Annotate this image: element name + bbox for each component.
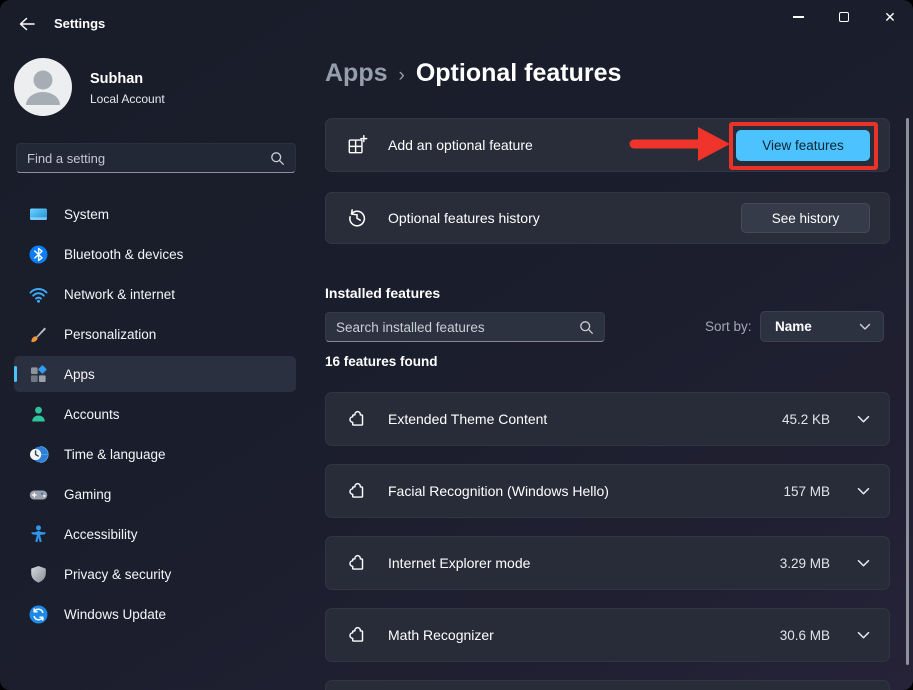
- sidebar-item-label: Bluetooth & devices: [64, 246, 184, 262]
- features-count: 16 features found: [325, 354, 438, 369]
- view-features-button[interactable]: View features: [736, 129, 870, 161]
- add-optional-feature-card: Add an optional feature View features: [325, 118, 890, 172]
- app-title: Settings: [54, 16, 106, 31]
- wifi-icon: [28, 284, 49, 305]
- close-button[interactable]: ✕: [867, 0, 913, 34]
- search-icon: [579, 320, 594, 335]
- sidebar-item-windows-update[interactable]: Windows Update: [14, 596, 296, 632]
- sidebar-item-accessibility[interactable]: Accessibility: [14, 516, 296, 552]
- puzzle-icon: [346, 624, 368, 646]
- sidebar-item-label: Privacy & security: [64, 566, 172, 582]
- person-icon: [26, 70, 60, 105]
- sidebar-item-network-internet[interactable]: Network & internet: [14, 276, 296, 312]
- feature-row-math-recognizer[interactable]: Math Recognizer 30.6 MB: [325, 608, 890, 662]
- feature-name: Facial Recognition (Windows Hello): [388, 483, 609, 499]
- feature-name: Extended Theme Content: [388, 411, 548, 427]
- see-history-button[interactable]: See history: [741, 203, 870, 233]
- installed-features-heading: Installed features: [325, 285, 441, 301]
- chevron-down-icon[interactable]: [857, 559, 870, 568]
- feature-size: 45.2 KB: [781, 411, 830, 427]
- sort-dropdown-value: Name: [775, 319, 812, 334]
- vertical-scrollbar[interactable]: [906, 118, 909, 665]
- window-controls: ✕: [775, 0, 913, 34]
- close-icon: ✕: [884, 9, 896, 25]
- sidebar-item-system[interactable]: System: [14, 196, 296, 232]
- maximize-icon: [839, 12, 849, 22]
- optional-features-history-label: Optional features history: [388, 210, 540, 226]
- sidebar-item-label: Time & language: [64, 446, 166, 462]
- paintbrush-icon: [28, 324, 49, 345]
- avatar[interactable]: [14, 58, 72, 116]
- find-a-setting-input[interactable]: [27, 150, 270, 166]
- puzzle-icon: [346, 552, 368, 574]
- settings-window: Settings ✕ Subhan Local Account Find a s…: [0, 0, 913, 690]
- feature-name: Internet Explorer mode: [388, 555, 531, 571]
- title-bar: Settings ✕: [0, 0, 913, 40]
- page-title: Optional features: [415, 59, 622, 87]
- sidebar-item-apps[interactable]: Apps: [14, 356, 296, 392]
- sort-by-label: Sort by:: [705, 319, 752, 334]
- chevron-down-icon: [859, 323, 871, 331]
- chevron-down-icon[interactable]: [857, 415, 870, 424]
- search-installed-features-input[interactable]: [336, 319, 579, 335]
- user-name: Subhan: [90, 71, 144, 87]
- feature-size: 3.29 MB: [779, 555, 830, 571]
- accounts-icon: [28, 404, 49, 425]
- feature-row-internet-explorer-mode[interactable]: Internet Explorer mode 3.29 MB: [325, 536, 890, 590]
- apps-icon: [28, 364, 49, 385]
- add-optional-feature-label: Add an optional feature: [388, 137, 533, 153]
- back-arrow-icon: [18, 16, 36, 32]
- breadcrumb-apps[interactable]: Apps: [325, 59, 388, 88]
- sidebar-nav: System Bluetooth & devices Network & int…: [14, 196, 296, 636]
- optional-features-history-card: Optional features history See history: [325, 192, 890, 244]
- sidebar-item-label: System: [64, 206, 110, 222]
- sidebar-item-label: Apps: [64, 366, 95, 382]
- chevron-down-icon[interactable]: [857, 487, 870, 496]
- search-icon: [270, 151, 285, 166]
- maximize-button[interactable]: [821, 0, 867, 34]
- minimize-button[interactable]: [775, 0, 821, 34]
- sidebar-item-label: Accessibility: [64, 526, 138, 542]
- feature-name: Math Recognizer: [388, 627, 494, 643]
- find-a-setting-search[interactable]: [16, 143, 296, 173]
- sidebar: Subhan Local Account System Bluetooth & …: [0, 40, 310, 690]
- sidebar-item-gaming[interactable]: Gaming: [14, 476, 296, 512]
- sidebar-item-privacy-security[interactable]: Privacy & security: [14, 556, 296, 592]
- gamepad-icon: [28, 484, 49, 505]
- feature-row-facial-recognition[interactable]: Facial Recognition (Windows Hello) 157 M…: [325, 464, 890, 518]
- search-installed-features[interactable]: [325, 312, 605, 342]
- sidebar-item-time-language[interactable]: Time & language: [14, 436, 296, 472]
- minimize-icon: [792, 16, 804, 18]
- feature-row-partial: [325, 680, 890, 690]
- feature-size: 30.6 MB: [779, 627, 830, 643]
- back-button[interactable]: [12, 12, 42, 36]
- bluetooth-icon: [28, 244, 49, 265]
- update-icon: [28, 604, 49, 625]
- sort-dropdown[interactable]: Name: [760, 311, 884, 342]
- breadcrumb: Apps › Optional features: [325, 59, 621, 88]
- puzzle-icon: [346, 480, 368, 502]
- sidebar-item-accounts[interactable]: Accounts: [14, 396, 296, 432]
- grid-plus-icon: [346, 134, 368, 156]
- puzzle-icon: [346, 408, 368, 430]
- chevron-down-icon[interactable]: [857, 631, 870, 640]
- system-icon: [28, 204, 49, 225]
- history-icon: [346, 207, 368, 229]
- sidebar-item-label: Gaming: [64, 486, 112, 502]
- feature-size: 157 MB: [783, 483, 830, 499]
- breadcrumb-separator: ›: [398, 65, 405, 86]
- shield-icon: [28, 564, 49, 585]
- feature-row-extended-theme-content[interactable]: Extended Theme Content 45.2 KB: [325, 392, 890, 446]
- sidebar-item-label: Personalization: [64, 326, 157, 342]
- sidebar-item-label: Windows Update: [64, 606, 167, 622]
- clock-globe-icon: [28, 444, 49, 465]
- sidebar-item-label: Accounts: [64, 406, 120, 422]
- sidebar-item-personalization[interactable]: Personalization: [14, 316, 296, 352]
- user-account-type: Local Account: [90, 92, 165, 106]
- sidebar-item-bluetooth-devices[interactable]: Bluetooth & devices: [14, 236, 296, 272]
- accessibility-person-icon: [28, 524, 49, 545]
- sidebar-item-label: Network & internet: [64, 286, 176, 302]
